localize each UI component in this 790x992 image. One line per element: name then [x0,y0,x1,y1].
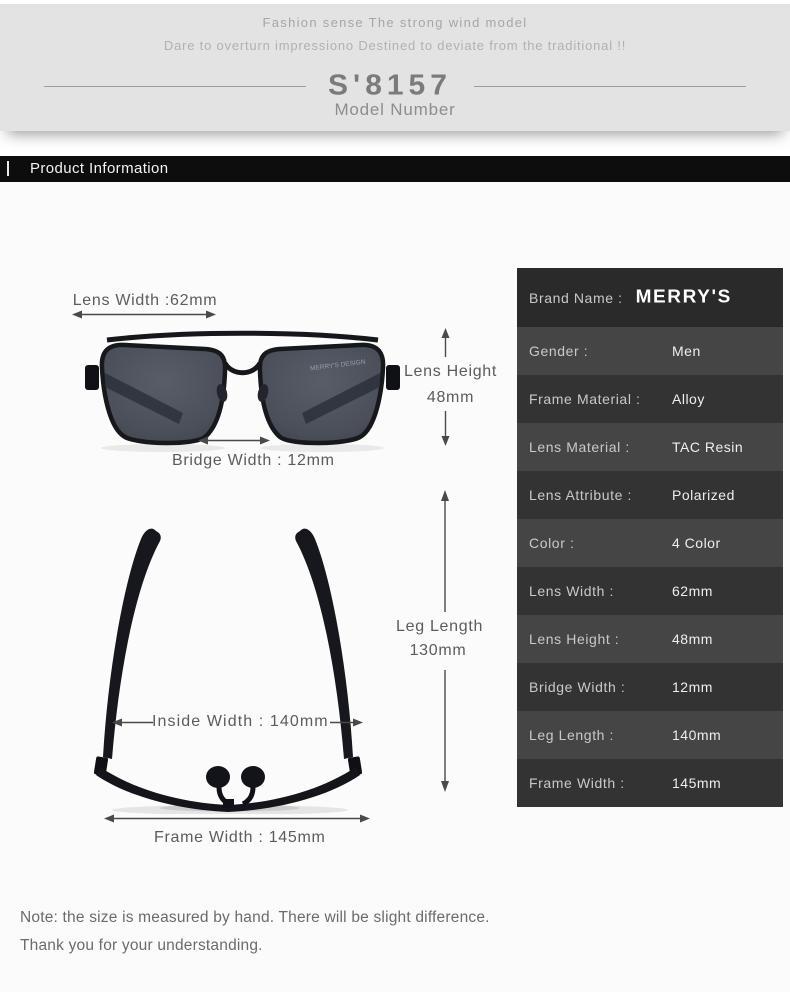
section-title: Product Information [30,160,169,177]
row-value: 145mm [672,775,722,791]
brand-logo-text: MERRY'S [635,287,732,307]
model-number-label: Model Number [334,100,456,119]
model-code: S'8157 [328,69,452,102]
row-label: Bridge Width : [529,679,626,695]
row-label: Color : [529,535,575,551]
frame-width-annotation: Frame Width : 145mm [154,829,326,846]
inside-width-arrow-right-icon [330,718,363,727]
row-label: Lens Width : [529,583,615,599]
bridge-width-arrow-icon [198,436,270,445]
table-row: Lens Material : TAC Resin [517,423,783,471]
lens-height-label: Lens Height [403,363,498,380]
bridge-width-annotation: Bridge Width : 12mm [172,452,335,469]
row-label: Leg Length : [529,727,615,743]
note-line-1: Note: the size is measured by hand. Ther… [20,909,490,926]
table-row: Bridge Width : 12mm [517,663,783,711]
note-line-2: Thank you for your understanding. [20,937,263,954]
divider-line-left [44,85,307,87]
lens-width-arrow-icon [72,310,216,319]
row-label: Lens Height : [529,631,620,647]
inside-width-arrow-left-icon [112,718,153,727]
table-row: Color : 4 Color [517,519,783,567]
row-value: Polarized [672,487,735,503]
row-value: 4 Color [672,535,721,551]
row-value: 62mm [672,583,713,599]
leg-length-arrow-icon [441,490,449,792]
model-banner: Fashion sense The strong wind model Dare… [0,4,790,131]
spec-table: Brand Name : MERRY'S Gender : Men Frame … [517,268,783,807]
row-value: 12mm [672,679,713,695]
row-label: Gender : [529,343,589,359]
section-header-bar: Product Information [0,156,790,182]
product-page: Fashion sense The strong wind model Dare… [0,0,790,992]
table-row: Lens Width : 62mm [517,567,783,615]
table-row: Frame Width : 145mm [517,759,783,807]
lens-height-arrow-down-icon [441,411,450,446]
table-row: Frame Material : Alloy [517,375,783,423]
row-label: Lens Material : [529,439,630,455]
lens-height-arrow-up-icon [441,328,450,357]
model-code-row: S'8157 [0,68,790,104]
inside-width-annotation: Inside Width : 140mm [152,713,329,730]
row-value: Alloy [672,391,705,407]
lens-height-value: 48mm [426,389,475,406]
product-information-content: Lens Width : 62mm Lens Height 48mm MERRY'… [0,182,790,992]
sunglasses-top-view-image [93,528,363,814]
section-tick-icon [7,161,9,176]
table-row: Lens Height : 48mm [517,615,783,663]
row-value: 140mm [672,727,722,743]
banner-tagline-2: Dare to overturn impressiono Destined to… [163,38,627,53]
frame-width-arrow-icon [104,814,370,823]
table-row: Gender : Men [517,327,783,375]
table-row: Leg Length : 140mm [517,711,783,759]
table-row: Lens Attribute : Polarized [517,471,783,519]
row-label: Lens Attribute : [529,487,632,503]
row-label: Frame Width : [529,775,625,791]
leg-length-label: Leg Length [396,618,484,635]
leg-length-value: 130mm [409,642,467,659]
row-value: Men [672,343,701,359]
divider-line-right [473,85,746,87]
brand-label: Brand Name : [529,289,623,306]
table-row-brand: Brand Name : MERRY'S [517,268,783,327]
banner-tagline-1: Fashion sense The strong wind model [262,15,528,30]
row-value: 48mm [672,631,713,647]
row-label: Frame Material : [529,391,641,407]
row-value: TAC Resin [672,439,744,455]
